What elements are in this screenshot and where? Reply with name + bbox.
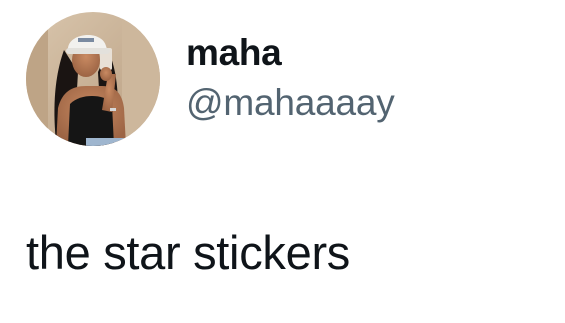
- tweet-text: the star stickers: [26, 226, 350, 279]
- avatar[interactable]: [26, 12, 160, 146]
- tweet-header: maha @mahaaaay: [26, 12, 395, 146]
- author-names: maha @mahaaaay: [186, 31, 395, 125]
- tweet-card: maha @mahaaaay the star stickers: [0, 0, 565, 323]
- user-handle[interactable]: @mahaaaay: [186, 81, 395, 125]
- display-name[interactable]: maha: [186, 31, 395, 75]
- avatar-photo: [26, 12, 160, 146]
